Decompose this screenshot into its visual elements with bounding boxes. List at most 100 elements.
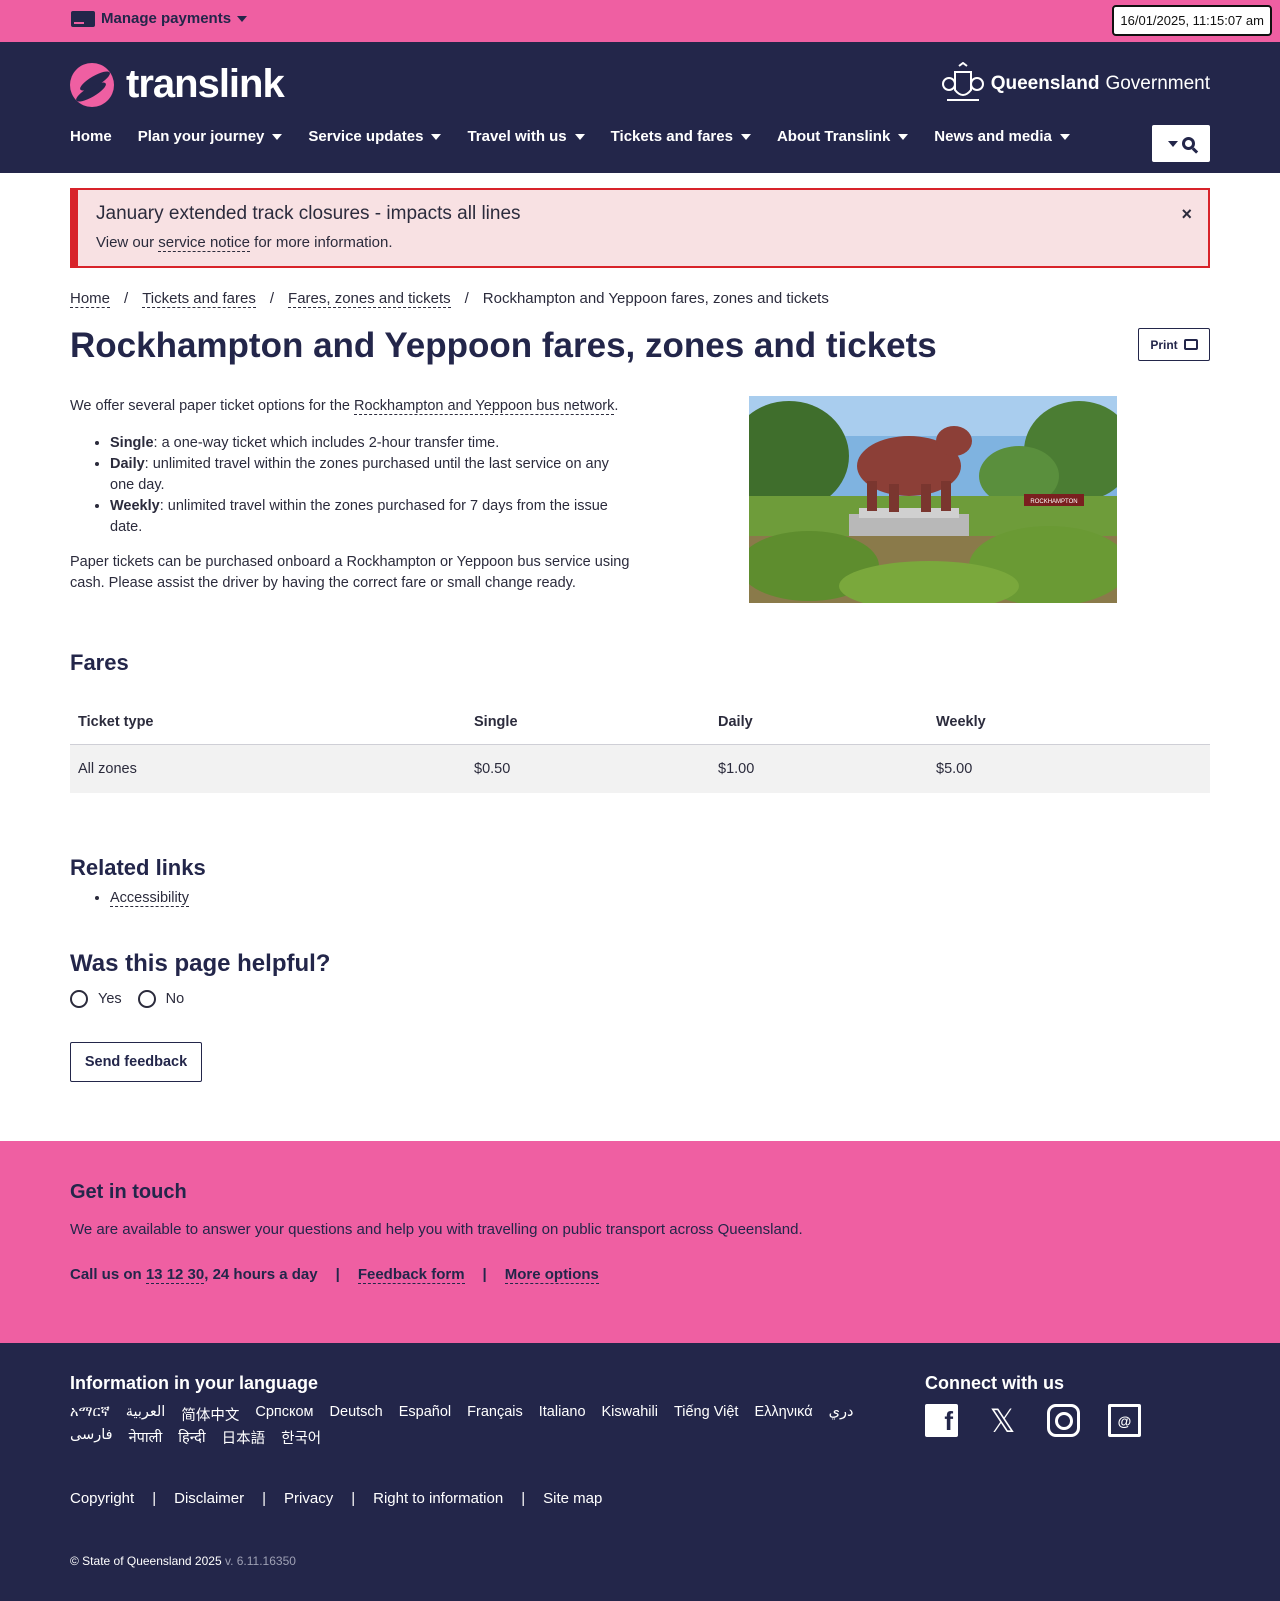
language-link[interactable]: Italiano <box>539 1404 586 1425</box>
nav-plan-your-journey[interactable]: Plan your journey <box>138 128 283 145</box>
privacy-link[interactable]: Privacy <box>284 1490 333 1507</box>
chevron-down-icon <box>237 15 248 22</box>
queensland-government-logo[interactable]: Queensland Government <box>941 62 1210 106</box>
copyright-notice: © State of Queensland 2025 v. 6.11.16350 <box>70 1554 296 1568</box>
send-feedback-button[interactable]: Send feedback <box>70 1042 202 1082</box>
fares-table: Ticket type Single Daily Weekly All zone… <box>70 700 1210 793</box>
helpful-radio-group: Yes No <box>70 990 184 1008</box>
service-notice-link[interactable]: service notice <box>158 234 250 252</box>
social-links: f 𝕏 @ <box>925 1403 1141 1439</box>
close-icon[interactable]: × <box>1181 204 1192 225</box>
language-link[interactable]: 한국어 <box>281 1427 321 1448</box>
language-link[interactable]: Tiếng Việt <box>674 1404 739 1425</box>
list-item: Daily: unlimited travel within the zones… <box>110 454 630 496</box>
purchase-note: Paper tickets can be purchased onboard a… <box>70 554 630 591</box>
site-map-link[interactable]: Site map <box>543 1490 602 1507</box>
top-bar: Manage payments 16/01/2025, 11:15:07 am <box>0 0 1280 42</box>
legal-links: Copyright | Disclaimer | Privacy | Right… <box>70 1490 602 1507</box>
breadcrumb-separator: / <box>124 290 129 307</box>
feedback-form-link[interactable]: Feedback form <box>357 1266 465 1284</box>
language-link[interactable]: Српском <box>255 1404 313 1425</box>
language-link[interactable]: हिन्दी <box>178 1427 205 1448</box>
separator: | <box>521 1490 526 1507</box>
get-in-touch-heading: Get in touch <box>70 1181 187 1203</box>
print-button[interactable]: Print <box>1138 328 1210 361</box>
site-footer: Information in your language አማርኛ العربي… <box>0 1343 1280 1601</box>
nav-label: Travel with us <box>467 128 567 145</box>
ticket-desc: : a one-way ticket which includes 2-hour… <box>153 435 500 451</box>
nav-service-updates[interactable]: Service updates <box>308 128 442 145</box>
coat-of-arms-icon <box>941 62 984 101</box>
connect-heading: Connect with us <box>925 1373 1064 1393</box>
related-links-list: Accessibility <box>110 890 189 907</box>
language-link[interactable]: العربية <box>126 1404 166 1425</box>
no-radio[interactable] <box>137 990 156 1008</box>
translink-logo[interactable]: translink <box>70 62 285 107</box>
table-header-row: Ticket type Single Daily Weekly <box>70 700 1210 745</box>
right-to-information-link[interactable]: Right to information <box>373 1490 503 1507</box>
breadcrumb-tickets-and-fares[interactable]: Tickets and fares <box>142 290 256 308</box>
call-us-text: Call us on 13 12 30, 24 hours a day <box>70 1266 318 1284</box>
more-options-link[interactable]: More options <box>504 1266 599 1284</box>
instagram-icon[interactable] <box>1047 1404 1080 1437</box>
column-header: Weekly <box>928 700 1210 745</box>
phone-link[interactable]: 13 12 30 <box>145 1266 205 1284</box>
call-prefix: Call us on <box>70 1266 146 1283</box>
nav-news-and-media[interactable]: News and media <box>934 128 1070 145</box>
timestamp: 16/01/2025, 11:15:07 am <box>1112 5 1272 36</box>
intro-text-end: . <box>614 398 619 414</box>
intro-text: We offer several paper ticket options fo… <box>70 398 354 414</box>
nav-about-translink[interactable]: About Translink <box>776 128 909 145</box>
language-link[interactable]: Français <box>467 1404 523 1425</box>
disclaimer-link[interactable]: Disclaimer <box>174 1490 244 1507</box>
alert-text-after: for more information. <box>249 234 393 251</box>
language-link[interactable]: Deutsch <box>330 1404 383 1425</box>
breadcrumb-separator: / <box>269 290 275 307</box>
language-link[interactable]: دري <box>829 1404 854 1425</box>
nav-label: About Translink <box>776 128 891 145</box>
language-link[interactable]: Kiswahili <box>602 1404 658 1425</box>
language-link[interactable]: 简体中文 <box>181 1404 239 1425</box>
alert-title: January extended track closures - impact… <box>96 203 521 224</box>
yes-radio[interactable] <box>70 990 88 1008</box>
language-link[interactable]: नेपाली <box>129 1427 163 1448</box>
separator: | <box>482 1266 487 1283</box>
call-suffix: , 24 hours a day <box>204 1266 318 1283</box>
accessibility-link[interactable]: Accessibility <box>110 890 189 907</box>
language-heading: Information in your language <box>70 1373 319 1393</box>
language-link[interactable]: አማርኛ <box>70 1404 110 1425</box>
facebook-icon[interactable]: f <box>925 1404 958 1437</box>
list-item: Accessibility <box>110 890 189 907</box>
language-link[interactable]: Español <box>399 1404 451 1425</box>
x-twitter-icon[interactable]: 𝕏 <box>986 1403 1019 1439</box>
email-icon[interactable]: @ <box>1108 1404 1141 1437</box>
ticket-name: Single <box>110 435 154 451</box>
copyright-link[interactable]: Copyright <box>70 1490 134 1507</box>
breadcrumb-fares-zones-tickets[interactable]: Fares, zones and tickets <box>288 290 451 308</box>
contact-links: Call us on 13 12 30, 24 hours a day | Fe… <box>70 1266 599 1284</box>
chevron-down-icon <box>272 133 283 140</box>
get-in-touch-section: Get in touch We are available to answer … <box>0 1141 1280 1343</box>
nav-tickets-and-fares[interactable]: Tickets and fares <box>611 128 751 145</box>
breadcrumb-home[interactable]: Home <box>70 290 111 308</box>
gov-name-light: Government <box>1105 73 1210 94</box>
list-item: Single: a one-way ticket which includes … <box>110 433 630 454</box>
language-link[interactable]: فارسی <box>70 1427 113 1448</box>
copyright-text: © State of Queensland 2025 <box>70 1554 222 1568</box>
language-link[interactable]: 日本語 <box>222 1427 266 1448</box>
alert-text-before: View our <box>96 234 159 251</box>
language-link[interactable]: Ελληνικά <box>754 1404 812 1425</box>
nav-home[interactable]: Home <box>70 128 112 145</box>
manage-payments-menu[interactable]: Manage payments <box>71 10 248 27</box>
main-nav: Home Plan your journey Service updates T… <box>70 128 1070 145</box>
chevron-down-icon <box>1059 133 1070 140</box>
breadcrumb-separator: / <box>464 290 469 307</box>
ticket-types-list: Single: a one-way ticket which includes … <box>110 433 630 538</box>
nav-label: Plan your journey <box>137 128 265 145</box>
nav-travel-with-us[interactable]: Travel with us <box>467 128 585 145</box>
search-button[interactable] <box>1152 125 1210 162</box>
bull-statue-photo: ROCKHAMPTON <box>749 396 1117 603</box>
separator: | <box>262 1490 267 1507</box>
table-row: All zones $0.50 $1.00 $5.00 <box>70 744 1210 793</box>
bus-network-link[interactable]: Rockhampton and Yeppoon bus network <box>353 398 615 415</box>
